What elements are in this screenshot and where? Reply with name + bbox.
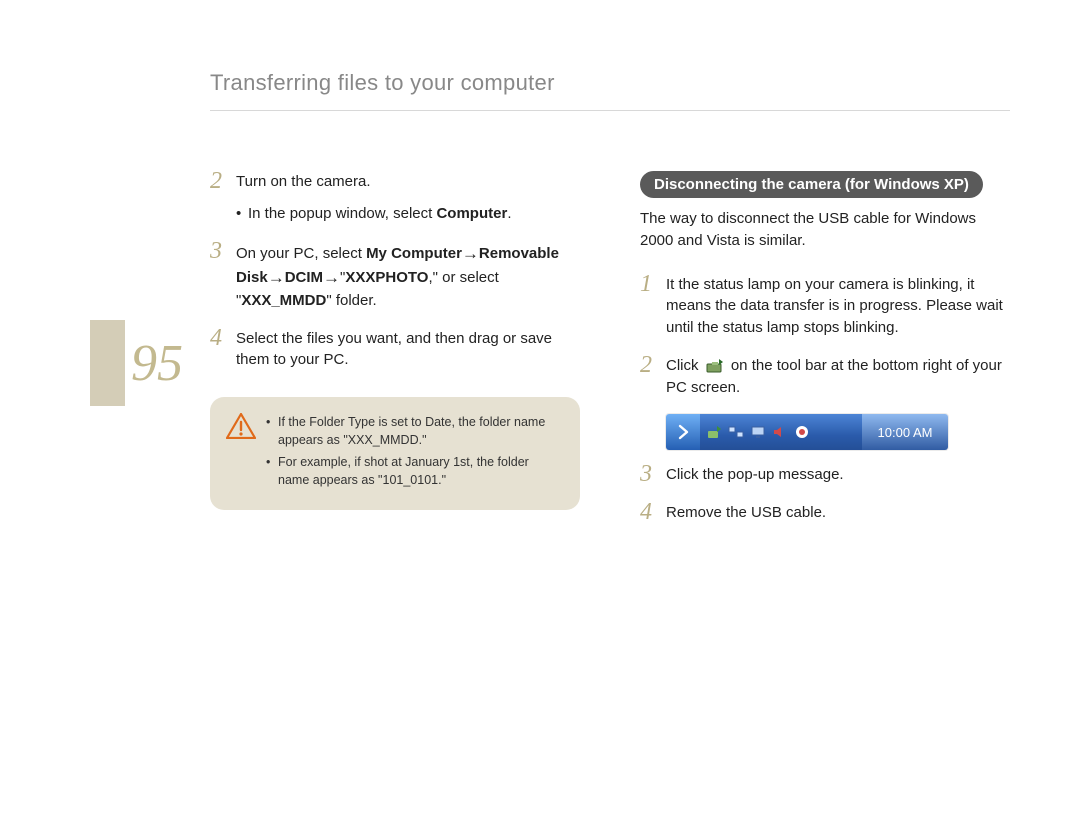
text: On your PC, select <box>236 245 366 262</box>
step-number: 1 <box>640 272 666 296</box>
arrow-icon: → <box>268 266 285 291</box>
safely-remove-hardware-icon <box>705 356 725 374</box>
page-number-bg <box>90 320 125 406</box>
note-list: • If the Folder Type is set to Date, the… <box>266 413 562 494</box>
safely-remove-hardware-icon <box>706 424 722 440</box>
step-3: 3 On your PC, select My Computer → Remov… <box>210 241 580 312</box>
note-item: • If the Folder Type is set to Date, the… <box>266 413 562 449</box>
warning-icon <box>226 413 256 439</box>
step-body: Click on the tool bar at the bottom righ… <box>666 355 1010 399</box>
bullet-dot: • <box>266 453 278 489</box>
arrow-icon: → <box>462 242 479 267</box>
note-box: • If the Folder Type is set to Date, the… <box>210 397 580 510</box>
text: In the popup window, select <box>248 205 436 222</box>
step-number: 3 <box>640 462 666 486</box>
windows-taskbar-tray: 10:00 AM <box>666 414 948 450</box>
step-body: Turn on the camera. • In the popup windo… <box>236 171 511 225</box>
step-3: 3 Click the pop-up message. <box>640 464 1010 486</box>
tray-app-icon <box>794 424 810 440</box>
step-number: 4 <box>210 326 236 350</box>
step-body: Remove the USB cable. <box>666 502 826 524</box>
bold-text: Computer <box>436 205 507 222</box>
text: " folder. <box>326 292 376 309</box>
text: Click <box>666 357 703 374</box>
bold-text: XXXPHOTO <box>345 269 428 286</box>
taskbar-clock: 10:00 AM <box>862 414 948 450</box>
left-column: 2 Turn on the camera. • In the popup win… <box>210 171 580 540</box>
step-text: Turn on the camera. <box>236 173 371 190</box>
bold-text: My Computer <box>366 245 462 262</box>
display-icon <box>750 424 766 440</box>
intro-text: The way to disconnect the USB cable for … <box>640 208 1010 252</box>
step-1: 1 It the status lamp on your camera is b… <box>640 274 1010 339</box>
page-number-block: 95 <box>90 320 183 406</box>
network-icon <box>728 424 744 440</box>
bullet-dot: • <box>236 203 248 225</box>
volume-icon <box>772 424 788 440</box>
step-body: Select the files you want, and then drag… <box>236 328 580 372</box>
page-number: 95 <box>131 334 183 393</box>
step-number: 2 <box>210 169 236 193</box>
page: Transferring files to your computer 95 2… <box>0 0 1080 815</box>
step-body: On your PC, select My Computer → Removab… <box>236 241 580 312</box>
arrow-icon: → <box>323 266 340 291</box>
step-number: 3 <box>210 239 236 263</box>
subheading-pill: Disconnecting the camera (for Windows XP… <box>640 171 983 198</box>
content-columns: 2 Turn on the camera. • In the popup win… <box>210 171 1010 540</box>
step-body: It the status lamp on your camera is bli… <box>666 274 1010 339</box>
bullet-dot: • <box>266 413 278 449</box>
note-item: • For example, if shot at January 1st, t… <box>266 453 562 489</box>
step-number: 4 <box>640 500 666 524</box>
step-2: 2 Click on the tool bar at the bottom ri… <box>640 355 1010 399</box>
step-4: 4 Remove the USB cable. <box>640 502 1010 524</box>
text: . <box>507 205 511 222</box>
step-body: Click the pop-up message. <box>666 464 844 486</box>
taskbar-tray-icons <box>700 414 862 450</box>
note-text: If the Folder Type is set to Date, the f… <box>278 413 562 449</box>
bold-text: DCIM <box>285 269 323 286</box>
taskbar-start-rounded <box>666 414 700 450</box>
step-4: 4 Select the files you want, and then dr… <box>210 328 580 372</box>
chevron-right-icon <box>675 424 691 440</box>
bold-text: XXX_MMDD <box>241 292 326 309</box>
step-2: 2 Turn on the camera. • In the popup win… <box>210 171 580 225</box>
page-title: Transferring files to your computer <box>210 70 1010 111</box>
sub-bullet: • In the popup window, select Computer. <box>236 203 511 225</box>
step-number: 2 <box>640 353 666 377</box>
bullet-text: In the popup window, select Computer. <box>248 203 511 225</box>
right-column: Disconnecting the camera (for Windows XP… <box>640 171 1010 540</box>
note-text: For example, if shot at January 1st, the… <box>278 453 562 489</box>
